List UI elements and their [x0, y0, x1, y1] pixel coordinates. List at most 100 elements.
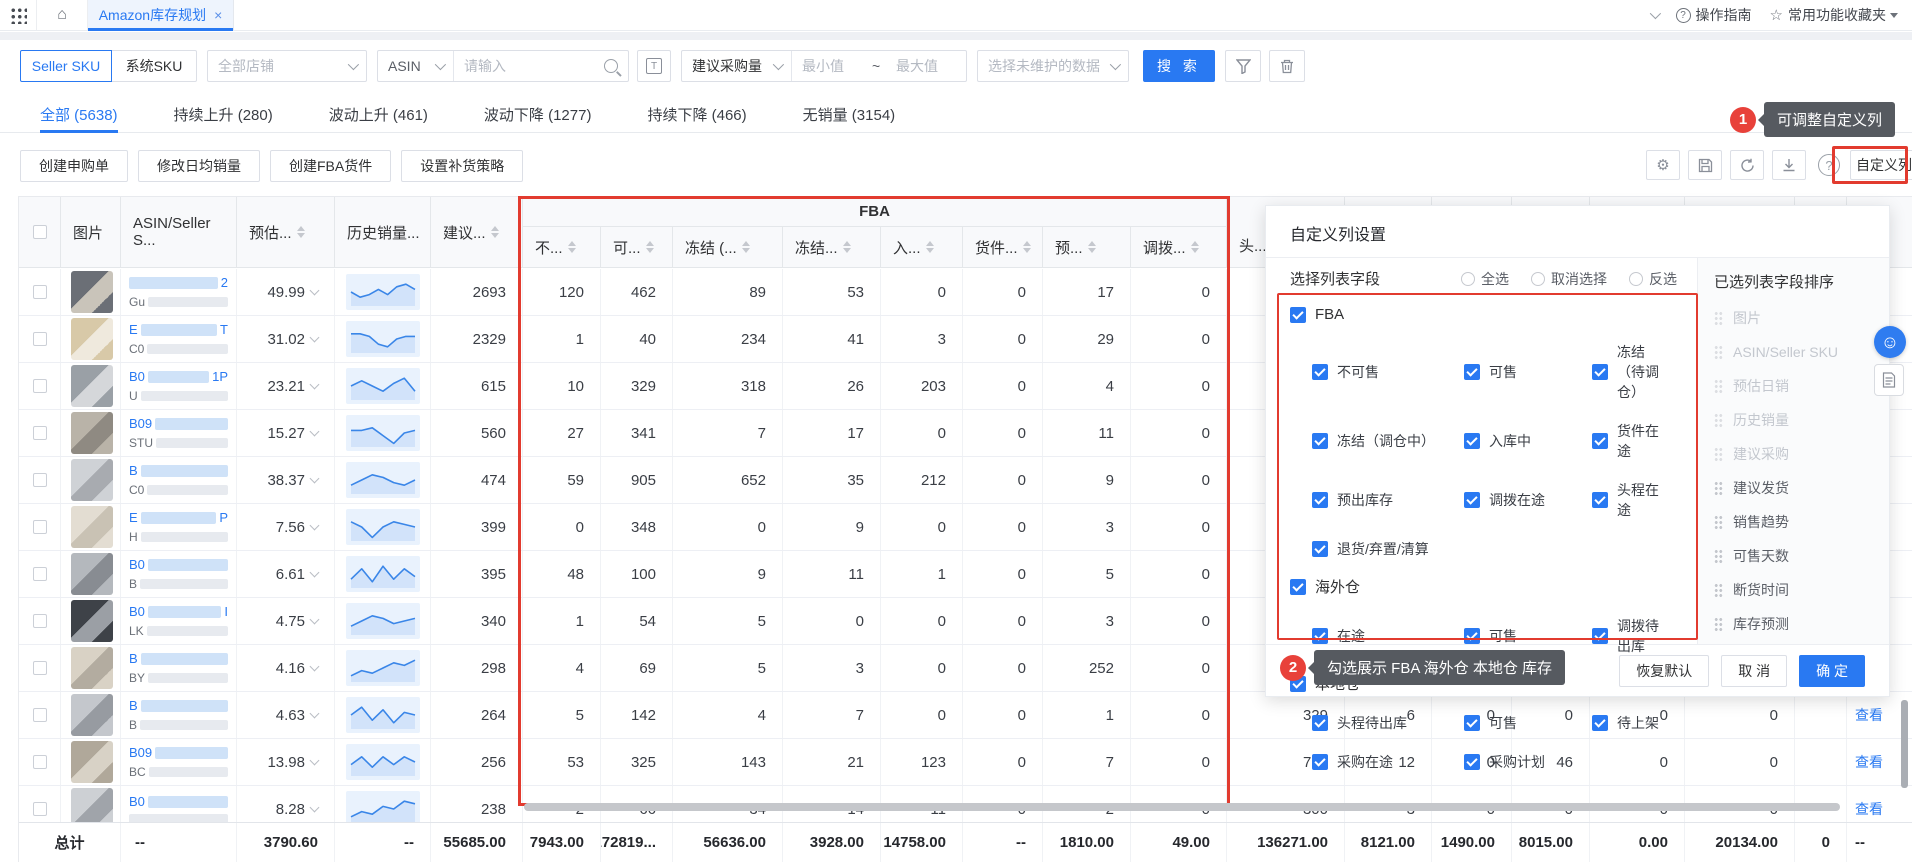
- row-suggest-cell[interactable]: 264: [431, 692, 523, 738]
- sorted-field-可售天数[interactable]: 可售天数: [1698, 539, 1889, 573]
- row-suggest-cell[interactable]: 238: [431, 786, 523, 822]
- asin-line1[interactable]: B0: [129, 557, 228, 572]
- asin-line1[interactable]: EP: [129, 510, 228, 525]
- search-icon[interactable]: [604, 59, 618, 73]
- field-checkbox-预出库存[interactable]: 预出库存: [1312, 480, 1464, 520]
- asin-line1[interactable]: ET: [129, 322, 228, 337]
- field-checkbox-不可售[interactable]: 不可售: [1312, 342, 1464, 402]
- checkbox-checked-icon[interactable]: [1592, 433, 1608, 449]
- asin-line1[interactable]: B09: [129, 416, 228, 431]
- column-header-4[interactable]: 建议...: [431, 197, 523, 267]
- checkbox-checked-icon[interactable]: [1312, 433, 1328, 449]
- field-checkbox-冻结（待调仓）[interactable]: 冻结（待调仓）: [1592, 342, 1667, 402]
- radio-取消选择[interactable]: 取消选择: [1531, 269, 1607, 289]
- checkbox-checked-icon[interactable]: [1290, 579, 1306, 595]
- action-button-0[interactable]: 创建申购单: [20, 150, 128, 182]
- favorites-link[interactable]: ☆常用功能收藏夹: [1770, 5, 1898, 25]
- field-checkbox-调拨在途[interactable]: 调拨在途: [1464, 480, 1592, 520]
- fba-column-header-3[interactable]: 冻结...: [783, 227, 881, 267]
- field-checkbox-头程待出库[interactable]: 头程待出库: [1312, 713, 1464, 733]
- checkbox-checked-icon[interactable]: [1290, 307, 1306, 323]
- row-checkbox[interactable]: [33, 379, 47, 393]
- refresh-button[interactable]: [1730, 150, 1764, 180]
- chevron-down-icon[interactable]: [1649, 8, 1660, 19]
- row-checkbox[interactable]: [33, 708, 47, 722]
- asin-line1[interactable]: B: [129, 651, 228, 666]
- customize-columns-button[interactable]: 自定义列: [1850, 150, 1912, 180]
- filter-button[interactable]: [1225, 50, 1261, 82]
- select-all-checkbox[interactable]: [33, 225, 47, 239]
- action-button-1[interactable]: 修改日均销量: [138, 150, 260, 182]
- row-price-cell[interactable]: 38.37: [237, 457, 335, 503]
- min-input[interactable]: 最小值: [792, 51, 872, 81]
- field-checkbox-可售[interactable]: 可售: [1464, 342, 1592, 402]
- row-suggest-cell[interactable]: 399: [431, 504, 523, 550]
- shop-select[interactable]: 全部店铺: [207, 50, 367, 82]
- field-select[interactable]: ASIN: [378, 51, 454, 81]
- checkbox-checked-icon[interactable]: [1464, 715, 1480, 731]
- max-input[interactable]: 最大值: [886, 51, 966, 81]
- fba-column-header-5[interactable]: 货件...: [963, 227, 1043, 267]
- seller-sku-toggle[interactable]: Seller SKU: [20, 50, 112, 82]
- row-checkbox[interactable]: [33, 285, 47, 299]
- row-price-cell[interactable]: 23.21: [237, 363, 335, 409]
- checkbox-checked-icon[interactable]: [1312, 492, 1328, 508]
- view-link[interactable]: 查看: [1847, 705, 1883, 725]
- header-select-all[interactable]: [19, 197, 61, 267]
- keyword-input[interactable]: 请输入: [454, 51, 604, 81]
- checkbox-checked-icon[interactable]: [1464, 754, 1480, 770]
- view-link[interactable]: 查看: [1847, 752, 1883, 772]
- row-checkbox[interactable]: [33, 614, 47, 628]
- settings-button[interactable]: ⚙: [1646, 150, 1680, 180]
- group-checkbox-FBA[interactable]: FBA: [1290, 306, 1697, 323]
- field-checkbox-头程在途[interactable]: 头程在途: [1592, 480, 1667, 520]
- fba-column-header-6[interactable]: 预...: [1043, 227, 1131, 267]
- delete-button[interactable]: [1269, 50, 1305, 82]
- checkbox-checked-icon[interactable]: [1464, 628, 1480, 644]
- view-link[interactable]: 查看: [1847, 799, 1883, 819]
- row-price-cell[interactable]: 15.27: [237, 410, 335, 456]
- row-suggest-cell[interactable]: 615: [431, 363, 523, 409]
- tab-波动下降[interactable]: 波动下降 (1277): [484, 96, 592, 132]
- fba-column-header-0[interactable]: 不...: [523, 227, 601, 267]
- asin-line1[interactable]: B01P: [129, 369, 228, 384]
- checkbox-checked-icon[interactable]: [1464, 433, 1480, 449]
- sorted-field-销售趋势[interactable]: 销售趋势: [1698, 505, 1889, 539]
- field-checkbox-冻结（调仓中）[interactable]: 冻结（调仓中）: [1312, 421, 1464, 461]
- horizontal-scrollbar[interactable]: [524, 803, 1840, 811]
- row-price-cell[interactable]: 31.02: [237, 316, 335, 362]
- row-suggest-cell[interactable]: 474: [431, 457, 523, 503]
- batch-input-button[interactable]: T: [637, 50, 671, 82]
- support-chat-button[interactable]: ☺: [1874, 326, 1906, 358]
- radio-反选[interactable]: 反选: [1629, 269, 1677, 289]
- row-checkbox[interactable]: [33, 661, 47, 675]
- checkbox-checked-icon[interactable]: [1464, 492, 1480, 508]
- row-checkbox[interactable]: [33, 332, 47, 346]
- row-suggest-cell[interactable]: 2693: [431, 269, 523, 315]
- group-checkbox-海外仓[interactable]: 海外仓: [1290, 576, 1697, 597]
- action-button-2[interactable]: 创建FBA货件: [270, 150, 391, 182]
- fba-column-header-2[interactable]: 冻结 (...: [673, 227, 783, 267]
- row-suggest-cell[interactable]: 2329: [431, 316, 523, 362]
- confirm-button[interactable]: 确 定: [1799, 655, 1865, 687]
- row-price-cell[interactable]: 4.16: [237, 645, 335, 691]
- field-checkbox-调拨待出库[interactable]: 调拨待出库: [1592, 616, 1667, 656]
- checkbox-checked-icon[interactable]: [1592, 628, 1608, 644]
- checkbox-checked-icon[interactable]: [1312, 541, 1328, 557]
- row-price-cell[interactable]: 8.28: [237, 786, 335, 822]
- tab-无销量[interactable]: 无销量 (3154): [803, 96, 896, 132]
- checkbox-checked-icon[interactable]: [1312, 715, 1328, 731]
- asin-line1[interactable]: B0I: [129, 604, 228, 619]
- docs-widget-button[interactable]: [1874, 364, 1904, 396]
- row-price-cell[interactable]: 13.98: [237, 739, 335, 785]
- row-price-cell[interactable]: 4.63: [237, 692, 335, 738]
- row-suggest-cell[interactable]: 298: [431, 645, 523, 691]
- help-button[interactable]: ?: [1818, 154, 1840, 176]
- checkbox-checked-icon[interactable]: [1592, 364, 1608, 380]
- checkbox-checked-icon[interactable]: [1592, 715, 1608, 731]
- cancel-button[interactable]: 取 消: [1721, 655, 1787, 687]
- row-price-cell[interactable]: 7.56: [237, 504, 335, 550]
- field-checkbox-待上架[interactable]: 待上架: [1592, 713, 1667, 733]
- asin-line1[interactable]: B: [129, 698, 228, 713]
- field-checkbox-货件在途[interactable]: 货件在途: [1592, 421, 1667, 461]
